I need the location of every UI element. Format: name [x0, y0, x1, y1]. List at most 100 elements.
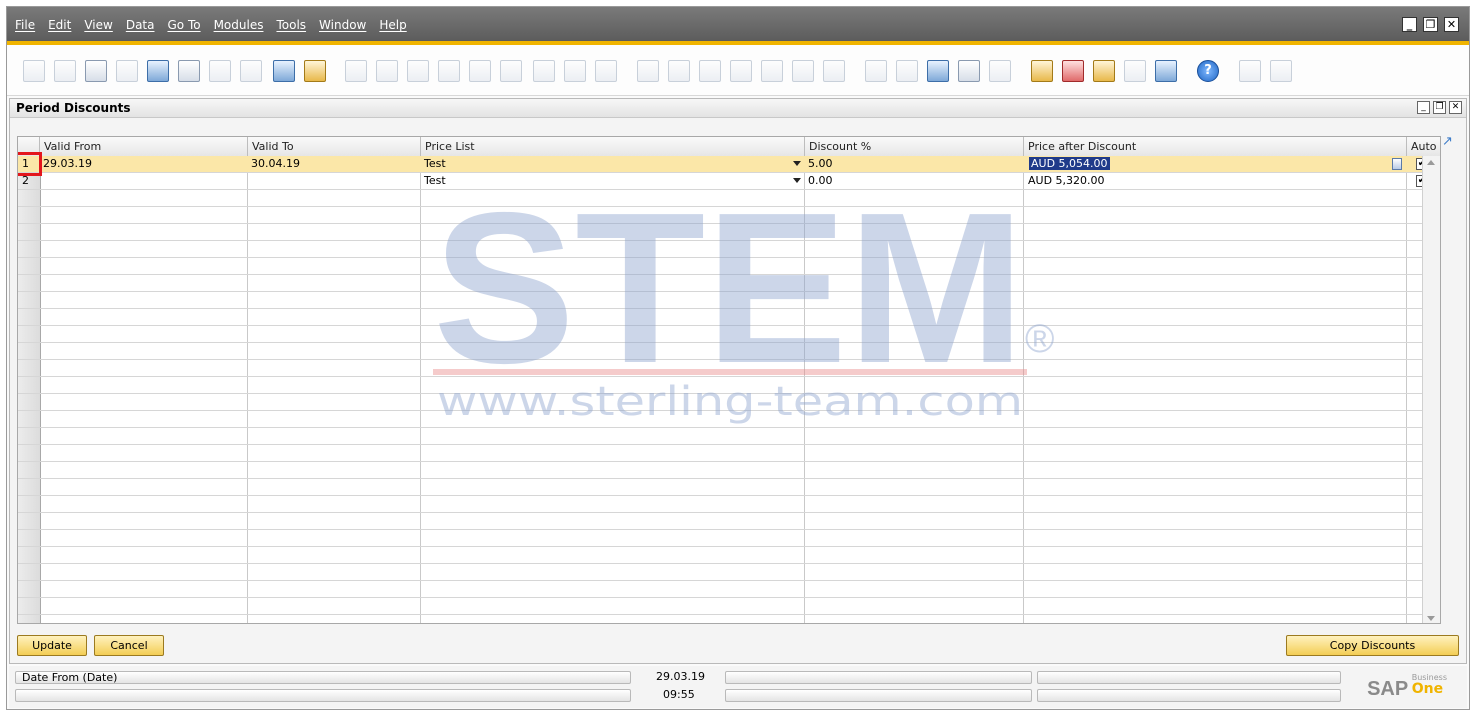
empty-table-row[interactable] [18, 530, 1440, 547]
empty-table-row[interactable] [18, 224, 1440, 241]
empty-table-row[interactable] [18, 190, 1440, 207]
empty-table-row[interactable] [18, 207, 1440, 224]
journal-entry-icon[interactable] [761, 60, 783, 82]
last-record-icon[interactable] [500, 60, 522, 82]
volume-weight-icon[interactable] [792, 60, 814, 82]
scroll-up-icon[interactable] [1427, 160, 1435, 165]
transaction-journal-icon[interactable] [823, 60, 845, 82]
first-record-icon[interactable] [407, 60, 429, 82]
empty-table-row[interactable] [18, 377, 1440, 394]
menu-view[interactable]: View [84, 18, 112, 32]
header-valid-from[interactable]: Valid From [40, 137, 248, 156]
empty-table-row[interactable] [18, 428, 1440, 445]
empty-table-row[interactable] [18, 241, 1440, 258]
price-list-dropdown-icon[interactable] [793, 161, 801, 166]
app-minimize-button[interactable]: _ [1402, 17, 1417, 32]
app-close-button[interactable]: ✕ [1444, 17, 1459, 32]
update-button[interactable]: Update [17, 635, 87, 656]
valid-to-cell[interactable]: 30.04.19 [248, 156, 420, 172]
scroll-down-icon[interactable] [1427, 616, 1435, 621]
menu-help[interactable]: Help [379, 18, 406, 32]
empty-table-row[interactable] [18, 292, 1440, 309]
calculator-icon[interactable] [1239, 60, 1261, 82]
window-maximize-button[interactable]: ❐ [1433, 101, 1446, 114]
table-row[interactable]: 2 Test 0.00 AUD 5,320.00 ✔ [18, 173, 1440, 190]
valid-from-cell[interactable] [40, 173, 247, 189]
header-price-after-discount[interactable]: Price after Discount [1024, 137, 1407, 156]
menu-file[interactable]: File [15, 18, 35, 32]
settings-icon[interactable] [865, 60, 887, 82]
price-after-discount-value[interactable]: AUD 5,054.00 [1029, 157, 1110, 170]
expand-icon[interactable]: ↗ [1442, 135, 1456, 150]
base-document-icon[interactable] [637, 60, 659, 82]
empty-table-row[interactable] [18, 598, 1440, 615]
sms-icon[interactable] [116, 60, 138, 82]
valid-from-cell[interactable]: 29.03.19 [40, 156, 247, 172]
find-icon[interactable] [345, 60, 367, 82]
header-discount-percent[interactable]: Discount % [805, 137, 1024, 156]
price-after-discount-cell[interactable]: AUD 5,320.00 [1025, 173, 1385, 189]
messages-icon[interactable] [958, 60, 980, 82]
row-number[interactable]: 2 [18, 173, 40, 190]
next-record-icon[interactable] [469, 60, 491, 82]
empty-table-row[interactable] [18, 462, 1440, 479]
previous-record-icon[interactable] [438, 60, 460, 82]
menu-modules[interactable]: Modules [214, 18, 264, 32]
empty-table-row[interactable] [18, 360, 1440, 377]
discount-cell[interactable]: 5.00 [805, 156, 1023, 172]
empty-table-row[interactable] [18, 394, 1440, 411]
discount-cell[interactable]: 0.00 [805, 173, 1023, 189]
price-list-cell[interactable]: Test [421, 156, 791, 172]
target-document-icon[interactable] [668, 60, 690, 82]
alerts-icon[interactable] [989, 60, 1011, 82]
payment-means-icon[interactable] [730, 60, 752, 82]
empty-table-row[interactable] [18, 479, 1440, 496]
price-list-dropdown-icon[interactable] [793, 178, 801, 183]
cancel-button[interactable]: Cancel [94, 635, 164, 656]
add-icon[interactable] [376, 60, 398, 82]
org-chart-icon[interactable] [1124, 60, 1146, 82]
email-icon[interactable] [85, 60, 107, 82]
form-settings-icon[interactable] [896, 60, 918, 82]
empty-table-row[interactable] [18, 309, 1440, 326]
export-word-icon[interactable] [209, 60, 231, 82]
export-excel-icon[interactable] [178, 60, 200, 82]
calendar-icon[interactable] [1031, 60, 1053, 82]
customize-icon[interactable] [1270, 60, 1292, 82]
activity-icon[interactable] [1093, 60, 1115, 82]
menu-window[interactable]: Window [319, 18, 366, 32]
empty-table-row[interactable] [18, 343, 1440, 360]
refresh-icon[interactable] [533, 60, 555, 82]
udf-icon[interactable] [927, 60, 949, 82]
fax-icon[interactable] [147, 60, 169, 82]
export-pdf-icon[interactable] [240, 60, 262, 82]
empty-table-row[interactable] [18, 258, 1440, 275]
table-row[interactable]: 1 29.03.19 30.04.19 Test 5.00 AUD 5,054.… [18, 152, 1440, 176]
copy-discounts-button[interactable]: Copy Discounts [1286, 635, 1459, 656]
gross-profit-icon[interactable] [699, 60, 721, 82]
lock-screen-icon[interactable] [304, 60, 326, 82]
empty-table-row[interactable] [18, 547, 1440, 564]
filter-icon[interactable] [564, 60, 586, 82]
menu-tools[interactable]: Tools [276, 18, 306, 32]
header-price-list[interactable]: Price List [421, 137, 805, 156]
header-auto[interactable]: Auto [1407, 137, 1440, 156]
empty-table-row[interactable] [18, 445, 1440, 462]
help-icon[interactable]: ? [1197, 60, 1219, 82]
menu-data[interactable]: Data [126, 18, 155, 32]
app-restore-button[interactable]: ❐ [1423, 17, 1438, 32]
valid-to-cell[interactable] [248, 173, 420, 189]
empty-table-row[interactable] [18, 411, 1440, 428]
sort-icon[interactable] [595, 60, 617, 82]
empty-table-row[interactable] [18, 513, 1440, 530]
window-minimize-button[interactable]: _ [1417, 101, 1430, 114]
empty-table-row[interactable] [18, 326, 1440, 343]
user-icon[interactable] [1155, 60, 1177, 82]
vertical-scrollbar[interactable] [1422, 156, 1440, 623]
print-preview-icon[interactable] [23, 60, 45, 82]
calculator-icon[interactable] [1392, 158, 1402, 170]
header-valid-to[interactable]: Valid To [248, 137, 421, 156]
empty-table-row[interactable] [18, 581, 1440, 598]
empty-table-row[interactable] [18, 564, 1440, 581]
empty-table-row[interactable] [18, 275, 1440, 292]
